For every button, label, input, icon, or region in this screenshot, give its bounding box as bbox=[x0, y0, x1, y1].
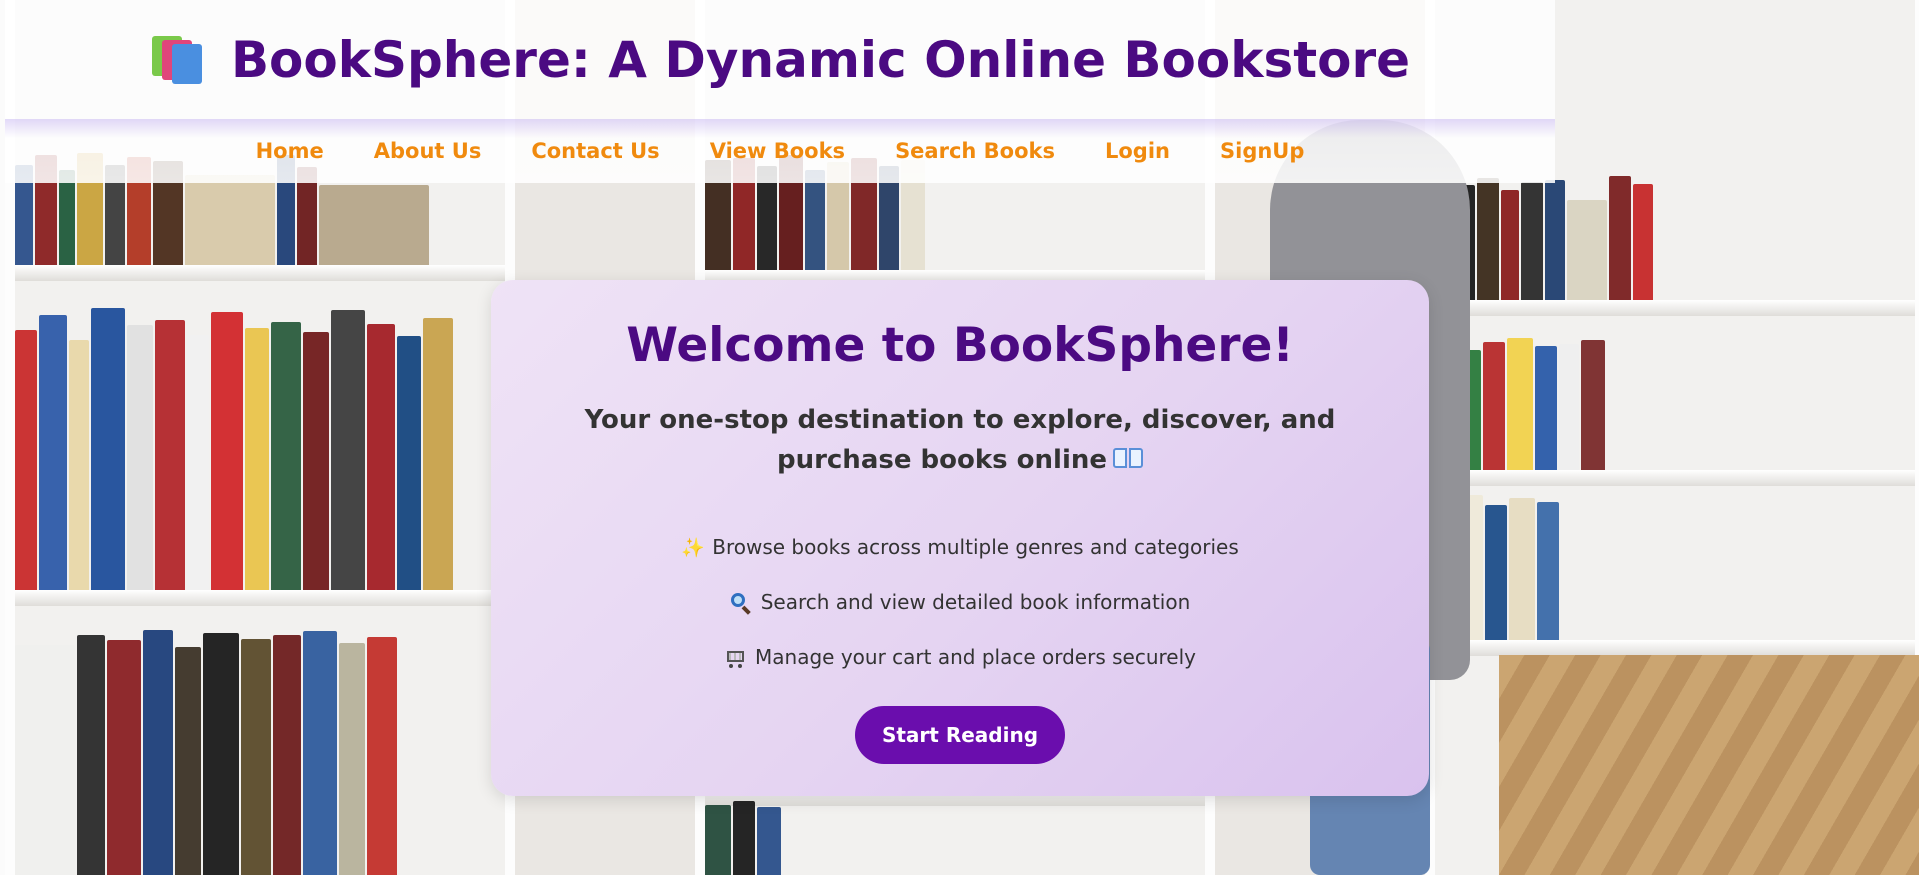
site-header: BookSphere: A Dynamic Online Bookstore H… bbox=[5, 0, 1555, 183]
books-icon bbox=[150, 34, 206, 86]
welcome-heading: Welcome to BookSphere! bbox=[626, 318, 1294, 373]
magnifier-icon bbox=[730, 592, 752, 614]
nav-link-login[interactable]: Login bbox=[1105, 139, 1170, 163]
feature-item: Search and view detailed book informatio… bbox=[491, 575, 1429, 630]
nav-link-signup[interactable]: SignUp bbox=[1220, 139, 1304, 163]
welcome-subtitle: Your one-stop destination to explore, di… bbox=[521, 400, 1399, 480]
feature-text: Manage your cart and place orders secure… bbox=[755, 645, 1196, 669]
feature-text: Search and view detailed book informatio… bbox=[760, 590, 1191, 614]
feature-list: ✨ Browse books across multiple genres an… bbox=[491, 520, 1429, 685]
welcome-subtitle-text: Your one-stop destination to explore, di… bbox=[584, 405, 1336, 475]
main-nav: Home About Us Contact Us View Books Sear… bbox=[5, 119, 1555, 183]
welcome-card: Welcome to BookSphere! Your one-stop des… bbox=[491, 280, 1429, 796]
nav-link-contact-us[interactable]: Contact Us bbox=[531, 139, 659, 163]
open-book-icon bbox=[1113, 448, 1144, 470]
nav-link-search-books[interactable]: Search Books bbox=[895, 139, 1055, 163]
feature-item: ✨ Browse books across multiple genres an… bbox=[491, 520, 1429, 575]
feature-text: Browse books across multiple genres and … bbox=[712, 535, 1239, 559]
nav-link-home[interactable]: Home bbox=[256, 139, 324, 163]
site-title: BookSphere: A Dynamic Online Bookstore bbox=[230, 30, 1411, 89]
page: BookSphere: A Dynamic Online Bookstore H… bbox=[0, 0, 1919, 875]
nav-link-view-books[interactable]: View Books bbox=[710, 139, 845, 163]
feature-item: Manage your cart and place orders secure… bbox=[491, 630, 1429, 685]
start-reading-button[interactable]: Start Reading bbox=[855, 706, 1065, 764]
nav-link-about-us[interactable]: About Us bbox=[374, 139, 482, 163]
sparkles-icon: ✨ bbox=[681, 536, 705, 559]
title-row: BookSphere: A Dynamic Online Bookstore bbox=[5, 0, 1555, 119]
shopping-cart-icon bbox=[724, 647, 746, 669]
